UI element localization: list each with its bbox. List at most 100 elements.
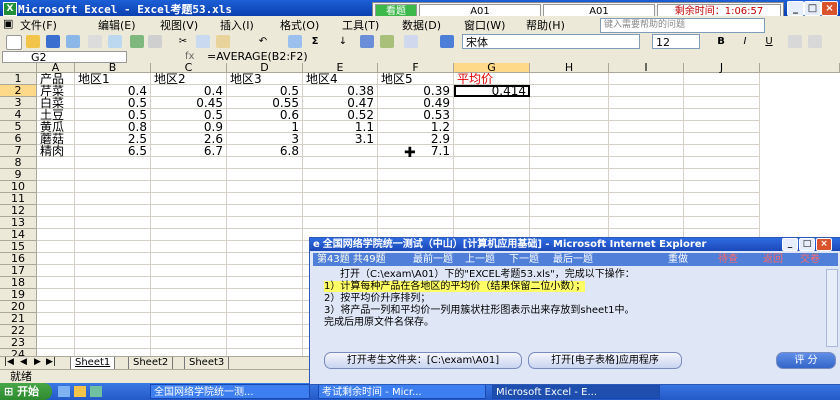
tab-scroll-prev-icon[interactable]: ◀ xyxy=(20,357,27,367)
cell-J11[interactable] xyxy=(684,193,760,205)
nav-prev[interactable]: 上一题 xyxy=(465,253,495,266)
hyperlink-icon[interactable] xyxy=(288,35,302,48)
cell-F9[interactable] xyxy=(378,169,454,181)
cell-C24[interactable] xyxy=(151,349,227,356)
print-preview-icon[interactable] xyxy=(108,35,122,48)
cell-A17[interactable] xyxy=(37,265,75,277)
cell-F11[interactable] xyxy=(378,193,454,205)
cell-B9[interactable] xyxy=(75,169,151,181)
help-search-input[interactable]: 键入需要帮助的问题 xyxy=(600,18,765,33)
font-size-select[interactable]: 12 xyxy=(652,34,700,49)
cell-E8[interactable] xyxy=(303,157,378,169)
dlg-maximize-button[interactable]: □ xyxy=(799,238,815,251)
copy-icon[interactable] xyxy=(196,35,210,48)
cell-H6[interactable] xyxy=(530,133,609,145)
cell-C19[interactable] xyxy=(151,289,227,301)
cell-A9[interactable] xyxy=(37,169,75,181)
cell-D12[interactable] xyxy=(227,205,303,217)
cell-I2[interactable] xyxy=(609,85,684,97)
tab-scroll-last-icon[interactable]: ▶| xyxy=(46,357,56,367)
dlg-close-button[interactable]: × xyxy=(816,238,832,251)
cell-B23[interactable] xyxy=(75,337,151,349)
underline-button[interactable]: U xyxy=(762,35,776,48)
quicklaunch-folder-icon[interactable] xyxy=(74,386,86,397)
cell-D8[interactable] xyxy=(227,157,303,169)
cell-F10[interactable] xyxy=(378,181,454,193)
cell-E6[interactable]: 3.1 xyxy=(303,133,378,145)
cell-C23[interactable] xyxy=(151,337,227,349)
cell-C11[interactable] xyxy=(151,193,227,205)
cell-A16[interactable] xyxy=(37,253,75,265)
cell-H9[interactable] xyxy=(530,169,609,181)
cell-J5[interactable] xyxy=(684,121,760,133)
score-button[interactable]: 评 分 xyxy=(776,352,836,369)
cell-G7[interactable] xyxy=(454,145,530,157)
open-student-folder-button[interactable]: 打开考生文件夹：[C:\exam\A01] xyxy=(324,352,522,369)
task-exam-browser[interactable]: 全国网络学院统一测... xyxy=(150,384,310,399)
task-excel[interactable]: Microsoft Excel - E... xyxy=(492,384,660,399)
cell-H8[interactable] xyxy=(530,157,609,169)
cell-I1[interactable] xyxy=(609,73,684,85)
cell-F8[interactable] xyxy=(378,157,454,169)
sort-ascending-icon[interactable]: ↓ xyxy=(336,35,350,48)
column-header-J[interactable]: J xyxy=(684,63,760,73)
dialog-scrollbar[interactable] xyxy=(826,269,838,347)
fx-icon[interactable]: fx xyxy=(185,51,194,62)
cell-I7[interactable] xyxy=(609,145,684,157)
font-name-select[interactable]: 宋体 xyxy=(462,34,640,49)
cell-I12[interactable] xyxy=(609,205,684,217)
cell-I3[interactable] xyxy=(609,97,684,109)
autosum-icon[interactable]: Σ xyxy=(308,35,322,48)
cell-A23[interactable] xyxy=(37,337,75,349)
cell-C17[interactable] xyxy=(151,265,227,277)
zoom-icon[interactable] xyxy=(404,35,418,48)
cell-B8[interactable] xyxy=(75,157,151,169)
cell-A19[interactable] xyxy=(37,289,75,301)
cell-B14[interactable] xyxy=(75,229,151,241)
cell-J3[interactable] xyxy=(684,97,760,109)
column-header-overflow[interactable] xyxy=(760,63,840,73)
cell-A15[interactable] xyxy=(37,241,75,253)
cell-C10[interactable] xyxy=(151,181,227,193)
cell-D17[interactable] xyxy=(227,265,303,277)
research-icon[interactable] xyxy=(148,35,162,48)
nav-first[interactable]: 最前一题 xyxy=(413,253,453,266)
maximize-button[interactable]: □ xyxy=(804,1,821,16)
cell-B7[interactable]: 6.5 xyxy=(75,145,151,157)
cell-D11[interactable] xyxy=(227,193,303,205)
cell-A24[interactable] xyxy=(37,349,75,356)
cell-A13[interactable] xyxy=(37,217,75,229)
cell-C16[interactable] xyxy=(151,253,227,265)
cell-H4[interactable] xyxy=(530,109,609,121)
cell-H1[interactable] xyxy=(530,73,609,85)
cell-A20[interactable] xyxy=(37,301,75,313)
cell-H11[interactable] xyxy=(530,193,609,205)
cell-D7[interactable]: 6.8 xyxy=(227,145,303,157)
cell-E12[interactable] xyxy=(303,205,378,217)
cell-H5[interactable] xyxy=(530,121,609,133)
cell-B10[interactable] xyxy=(75,181,151,193)
cell-D15[interactable] xyxy=(227,241,303,253)
cell-G2[interactable]: 0.414 xyxy=(454,85,530,97)
cell-G9[interactable] xyxy=(454,169,530,181)
cell-G8[interactable] xyxy=(454,157,530,169)
cell-E11[interactable] xyxy=(303,193,378,205)
cell-B24[interactable] xyxy=(75,349,151,356)
cell-I10[interactable] xyxy=(609,181,684,193)
cell-B12[interactable] xyxy=(75,205,151,217)
cell-E10[interactable] xyxy=(303,181,378,193)
nav-next[interactable]: 下一题 xyxy=(509,253,539,266)
cell-B16[interactable] xyxy=(75,253,151,265)
cell-J8[interactable] xyxy=(684,157,760,169)
cell-J10[interactable] xyxy=(684,181,760,193)
cell-B19[interactable] xyxy=(75,289,151,301)
chart-wizard-icon[interactable] xyxy=(360,35,374,48)
new-file-icon[interactable] xyxy=(6,35,22,50)
action-submit[interactable]: 交卷 xyxy=(800,253,820,266)
cell-D14[interactable] xyxy=(227,229,303,241)
cell-B20[interactable] xyxy=(75,301,151,313)
cell-I6[interactable] xyxy=(609,133,684,145)
cell-G3[interactable] xyxy=(454,97,530,109)
menu-tools[interactable]: 工具(T) xyxy=(342,17,379,33)
cell-J6[interactable] xyxy=(684,133,760,145)
